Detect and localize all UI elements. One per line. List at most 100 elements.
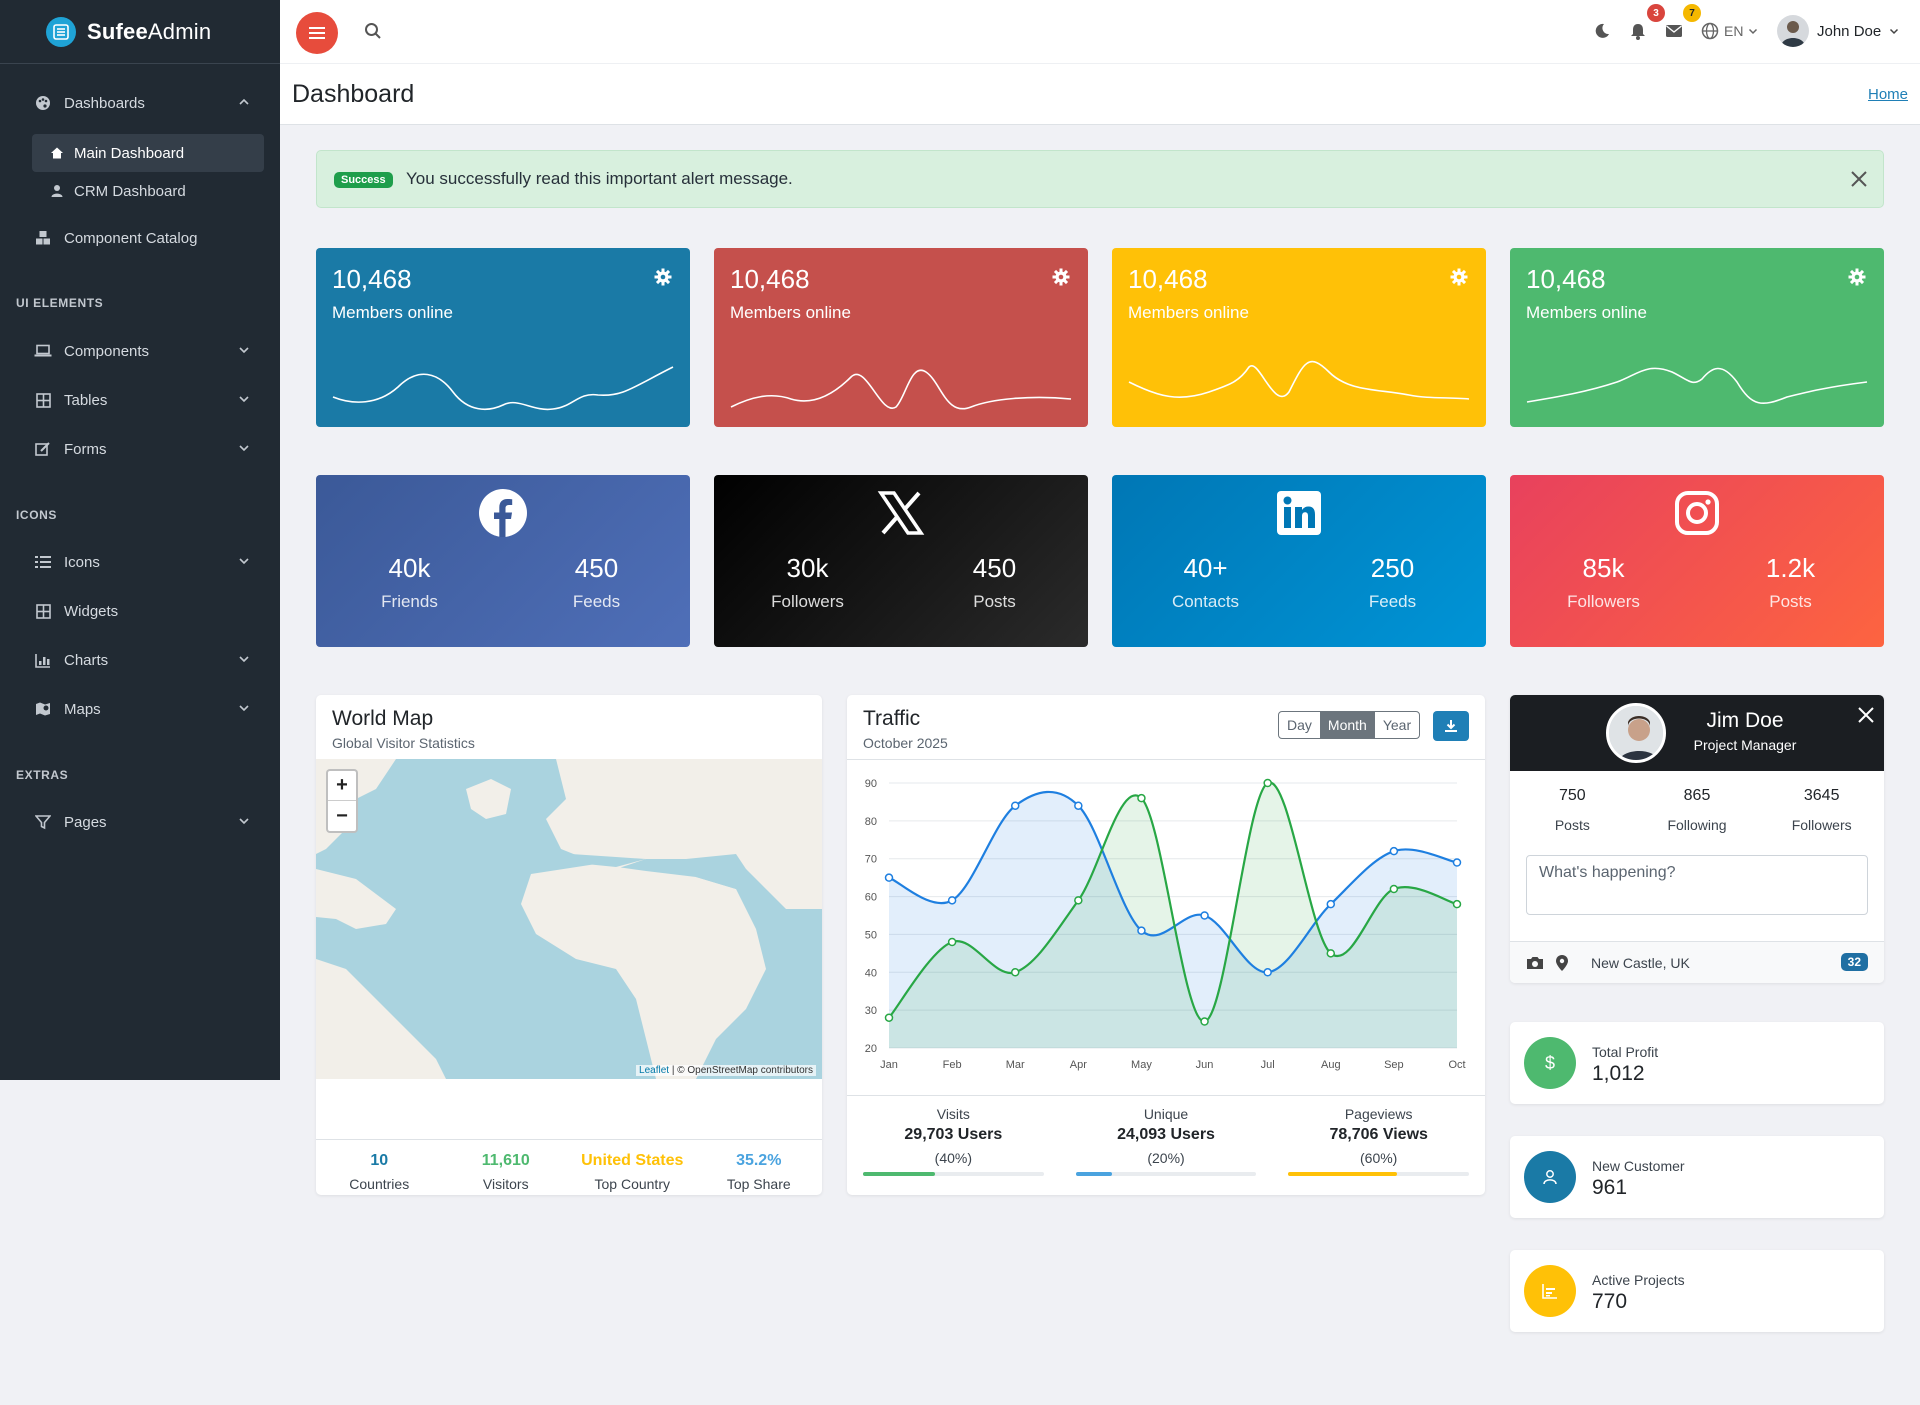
facebook-friends-label: Friends — [381, 592, 438, 611]
language-dropdown[interactable]: EN — [1701, 22, 1758, 40]
y-tick-label: 80 — [865, 816, 877, 828]
profile-header: Jim Doe Project Manager — [1510, 695, 1884, 771]
progress-bar — [863, 1172, 1044, 1176]
data-point — [1263, 778, 1272, 788]
data-point — [1137, 793, 1146, 803]
breadcrumb-home-link[interactable]: Home — [1868, 86, 1908, 103]
page-header: Dashboard Home — [280, 64, 1920, 125]
x-posts-label: Posts — [973, 592, 1016, 611]
profile-stats: 750 Posts 865 Following 3645 Followers — [1510, 787, 1884, 833]
bar-chart-icon — [34, 651, 52, 669]
sidebar-item-charts[interactable]: Charts — [16, 641, 264, 679]
sidebar-item-components[interactable]: Components — [16, 332, 264, 370]
map-stat: 11,610 Visitors — [443, 1140, 570, 1195]
x-tick-label: Mar — [1006, 1059, 1025, 1071]
mail-icon[interactable] — [1665, 22, 1683, 40]
sidebar-item-icons[interactable]: Icons — [16, 543, 264, 581]
brand[interactable]: SufeeAdmin — [0, 0, 280, 64]
camera-icon[interactable] — [1526, 956, 1544, 970]
members-sparkline — [1128, 360, 1470, 400]
sidebar-item-tables[interactable]: Tables — [16, 381, 264, 419]
sidebar-item-crm-dashboard[interactable]: CRM Dashboard — [32, 172, 264, 210]
dollar-icon: $ — [1524, 1037, 1576, 1089]
map-icon — [34, 700, 52, 718]
traffic-title: Traffic — [863, 707, 921, 730]
gear-icon[interactable] — [1450, 268, 1468, 286]
search-icon[interactable] — [364, 22, 382, 40]
chevron-down-icon — [239, 445, 249, 452]
total-profit-label: Total Profit — [1592, 1044, 1659, 1060]
user-name: John Doe — [1817, 22, 1882, 40]
data-point — [1389, 884, 1399, 894]
data-point — [947, 896, 957, 905]
x-tick-label: Oct — [1448, 1059, 1465, 1071]
sidebar-item-component-catalog[interactable]: Component Catalog — [16, 219, 264, 257]
members-online-label: Members online — [332, 303, 453, 322]
table-icon — [34, 391, 52, 409]
y-tick-label: 50 — [865, 929, 877, 941]
active-projects-label: Active Projects — [1592, 1272, 1685, 1288]
sidebar-item-widgets[interactable]: Widgets — [16, 592, 264, 630]
download-button[interactable] — [1433, 711, 1469, 741]
sidebar-item-label: Component Catalog — [64, 229, 198, 247]
chevron-down-icon — [239, 347, 249, 354]
traffic-chart[interactable]: 20 30 40 50 60 70 80 90 Jan Feb Mar Apr May Jun Jul Aug… — [847, 763, 1485, 1093]
traffic-stat-title: Unique — [1143, 1106, 1189, 1122]
range-day-button[interactable]: Day — [1279, 712, 1320, 738]
total-profit-card: $ Total Profit 1,012 — [1510, 1022, 1884, 1104]
map-stat: United States Top Country — [569, 1140, 696, 1195]
laptop-icon — [34, 342, 52, 360]
gear-icon[interactable] — [1052, 268, 1070, 286]
range-year-button[interactable]: Year — [1375, 712, 1419, 738]
y-tick-label: 90 — [865, 778, 877, 790]
data-point — [884, 1013, 894, 1022]
members-online-label: Members online — [730, 303, 851, 322]
range-month-button[interactable]: Month — [1319, 712, 1375, 738]
y-tick-label: 20 — [865, 1043, 877, 1055]
zoom-in-button[interactable]: + — [328, 771, 356, 801]
y-tick-label: 40 — [865, 967, 877, 979]
status-textarea[interactable]: What's happening? — [1526, 855, 1868, 915]
world-map-panel: World Map Global Visitor Statistics + − … — [316, 695, 822, 1195]
sidebar-section-icons: ICONS — [16, 508, 58, 522]
profile-followers-label: Followers — [1791, 817, 1852, 833]
menu-toggle-button[interactable] — [296, 12, 338, 54]
chevron-down-icon — [239, 656, 249, 663]
gear-icon[interactable] — [654, 268, 672, 286]
avatar — [1606, 703, 1666, 763]
chevron-up-icon — [239, 98, 249, 105]
close-icon[interactable] — [1849, 169, 1869, 189]
traffic-stat-percent: (40%) — [934, 1150, 973, 1166]
bell-icon[interactable] — [1629, 22, 1647, 40]
zoom-out-button[interactable]: − — [328, 801, 356, 831]
map-marker-icon[interactable] — [1556, 955, 1568, 971]
traffic-stat: Pageviews 78,706 Views (60%) — [1272, 1096, 1485, 1195]
data-point — [1389, 846, 1399, 856]
world-map[interactable] — [316, 759, 822, 1079]
user-menu[interactable]: John Doe — [1777, 15, 1899, 47]
members-sparkline — [730, 369, 1072, 410]
sidebar-item-forms[interactable]: Forms — [16, 430, 264, 468]
sidebar-item-dashboards[interactable]: Dashboards — [16, 84, 264, 122]
x-tick-label: Apr — [1070, 1059, 1087, 1071]
members-online-value: 10,468 — [730, 264, 810, 294]
traffic-stat-title: Visits — [936, 1106, 970, 1122]
moon-icon[interactable] — [1593, 22, 1611, 40]
sidebar-item-pages[interactable]: Pages — [16, 803, 264, 841]
x-logo-icon[interactable] — [1858, 707, 1874, 723]
traffic-stat-value: 29,703 Users — [904, 1126, 1003, 1143]
edit-icon — [34, 440, 52, 458]
sidebar-item-label: CRM Dashboard — [74, 182, 186, 200]
instagram-posts-label: Posts — [1769, 592, 1812, 611]
sidebar-item-maps[interactable]: Maps — [16, 690, 264, 728]
sidebar-item-main-dashboard[interactable]: Main Dashboard — [32, 134, 264, 172]
leaflet-link[interactable]: Leaflet — [639, 1065, 669, 1076]
world-map-title: World Map — [332, 707, 434, 730]
data-point — [1010, 801, 1020, 810]
gear-icon[interactable] — [1848, 268, 1866, 286]
members-sparkline — [332, 366, 674, 411]
profile-location: New Castle, UK — [1591, 955, 1690, 971]
active-projects-value: 770 — [1592, 1290, 1628, 1313]
success-alert: Success You successfully read this impor… — [316, 150, 1884, 208]
new-customer-card: New Customer 961 — [1510, 1136, 1884, 1218]
